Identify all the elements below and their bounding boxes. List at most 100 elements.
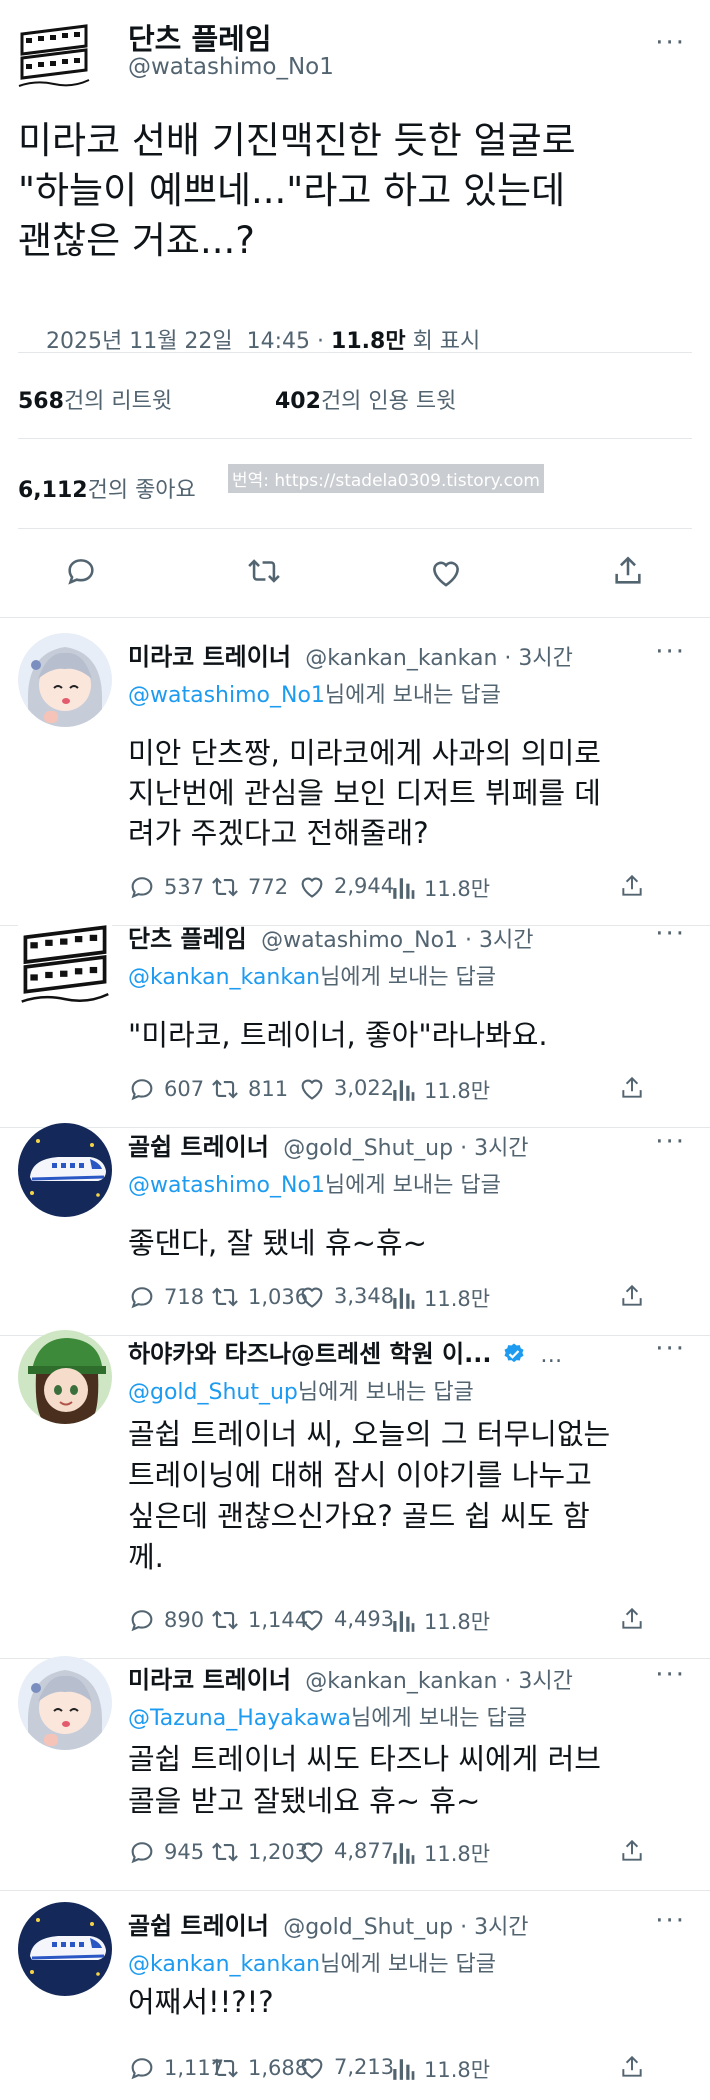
reply-to-label: 님에게 보내는 답글 <box>324 683 501 708</box>
film-strip-avatar[interactable] <box>16 16 92 92</box>
like-action[interactable]: 3,022 <box>298 1075 394 1101</box>
analytics-icon <box>390 1077 416 1103</box>
views-action-count: 11.8만 <box>424 1287 491 1311</box>
main-display-name[interactable]: 단츠 플레임 <box>128 16 272 58</box>
like-action-count: 4,877 <box>334 1839 395 1863</box>
reply-tweet[interactable]: 하야카와 타즈나@트레센 학원 이... … ··· @gold_Shut_up… <box>0 1330 710 1652</box>
views-action[interactable]: 11.8만 <box>390 1838 490 1868</box>
retweet-icon[interactable] <box>245 554 283 588</box>
reply-handle-time[interactable]: @kankan_kankan · 3시간 <box>305 1669 573 1694</box>
views-action[interactable]: 11.8만 <box>390 873 490 903</box>
more-options-icon[interactable]: ··· <box>655 921 686 947</box>
reply-action[interactable]: 945 <box>128 1838 204 1866</box>
reply-to-line: @watashimo_No1님에게 보내는 답글 <box>128 677 501 709</box>
more-options-icon[interactable]: ··· <box>655 1336 686 1362</box>
quotes-stat[interactable]: 402건의 인용 트윗 <box>275 383 456 415</box>
retweet-action[interactable]: 811 <box>210 1075 288 1103</box>
reply-display-name[interactable]: 골쉽 트레이너 <box>128 1133 269 1161</box>
reply-text-line: 좋댄다, 잘 됐네 휴~휴~ <box>128 1226 427 1260</box>
reply-header: 하야카와 타즈나@트레센 학원 이... … <box>128 1334 562 1369</box>
share-icon[interactable] <box>620 2054 644 2080</box>
like-action[interactable]: 4,493 <box>298 1606 394 1632</box>
retweet-action[interactable]: 1,036 <box>210 1283 308 1311</box>
share-icon[interactable] <box>620 1838 644 1864</box>
reply-tweet[interactable]: 단츠 플레임 @watashimo_No1 · 3시간 ··· @kankan_… <box>0 915 710 1121</box>
main-tweet-text: 미라코 선배 기진맥진한 듯한 얼굴로 "하늘이 예쁘네..."라고 하고 있는… <box>18 116 576 266</box>
reply-to-handle[interactable]: @kankan_kankan <box>128 1952 320 1977</box>
reply-action[interactable]: 537 <box>128 873 204 901</box>
reply-header: 골쉽 트레이너 @gold_Shut_up · 3시간 <box>128 1906 529 1941</box>
share-icon[interactable] <box>620 1606 644 1632</box>
share-icon[interactable] <box>620 1283 644 1309</box>
reply-action-bar: 718 1,036 3,348 11.8만 <box>128 1283 690 1317</box>
reply-display-name[interactable]: 골쉽 트레이너 <box>128 1912 269 1940</box>
reply-icon <box>128 873 156 901</box>
more-options-icon[interactable]: ··· <box>655 1129 686 1155</box>
views-action[interactable]: 11.8만 <box>390 1606 490 1636</box>
silver-hair-girl-avatar[interactable] <box>18 633 112 727</box>
share-icon[interactable] <box>612 554 644 588</box>
reply-to-handle[interactable]: @watashimo_No1 <box>128 1173 325 1198</box>
reply-action[interactable]: 890 <box>128 1606 204 1634</box>
share-icon[interactable] <box>620 1075 644 1101</box>
retweets-stat[interactable]: 568건의 리트윗 <box>18 383 172 415</box>
reply-to-handle[interactable]: @kankan_kankan <box>128 965 320 990</box>
like-action[interactable]: 3,348 <box>298 1283 394 1309</box>
more-options-icon[interactable]: ··· <box>655 639 686 665</box>
likes-stat[interactable]: 6,112건의 좋아요 <box>18 472 196 504</box>
view-count: 11.8만 <box>331 329 406 354</box>
green-hat-girl-avatar[interactable] <box>18 1330 112 1424</box>
reply-display-name[interactable]: 하야카와 타즈나@트레센 학원 이... <box>128 1340 491 1368</box>
more-options-icon[interactable]: ··· <box>655 1908 686 1934</box>
like-action[interactable]: 7,213 <box>298 2054 394 2080</box>
more-options-icon[interactable]: ··· <box>655 1662 686 1688</box>
views-action[interactable]: 11.8만 <box>390 1283 490 1313</box>
reply-to-handle[interactable]: @watashimo_No1 <box>128 683 325 708</box>
reply-action-bar: 537 772 2,944 11.8만 <box>128 873 690 907</box>
shinkansen-avatar[interactable] <box>18 1123 112 1217</box>
reply-action[interactable]: 718 <box>128 1283 204 1311</box>
reply-to-label: 님에게 보내는 답글 <box>324 1173 501 1198</box>
reply-tweet[interactable]: 미라코 트레이너 @kankan_kankan · 3시간 ··· @watas… <box>0 633 710 919</box>
reply-display-name[interactable]: 단츠 플레임 <box>128 925 247 953</box>
reply-tweet[interactable]: 미라코 트레이너 @kankan_kankan · 3시간 ··· @Tazun… <box>0 1656 710 1884</box>
film-strip-avatar[interactable] <box>18 915 112 1009</box>
retweet-action[interactable]: 772 <box>210 873 288 901</box>
more-options-icon[interactable]: ··· <box>655 30 686 56</box>
reply-text-line: 지난번에 관심을 보인 디저트 뷔페를 데 <box>128 776 601 810</box>
reply-action-bar: 945 1,203 4,877 11.8만 <box>128 1838 690 1872</box>
views-action[interactable]: 11.8만 <box>390 1075 490 1105</box>
share-icon[interactable] <box>620 873 644 899</box>
divider <box>18 528 692 529</box>
silver-hair-girl-avatar[interactable] <box>18 1656 112 1750</box>
reply-to-handle[interactable]: @gold_Shut_up <box>128 1380 298 1405</box>
views-action-count: 11.8만 <box>424 877 491 901</box>
reply-handle-time[interactable]: @watashimo_No1 · 3시간 <box>261 928 533 953</box>
reply-icon[interactable] <box>64 554 98 588</box>
reply-action[interactable]: 607 <box>128 1075 204 1103</box>
like-icon[interactable] <box>428 556 464 588</box>
timestamp[interactable]: 2025년 11월 22일 14:45 · <box>46 329 331 354</box>
reply-tweet[interactable]: 골쉽 트레이너 @gold_Shut_up · 3시간 ··· @watashi… <box>0 1123 710 1329</box>
reply-handle-time[interactable]: @kankan_kankan · 3시간 <box>305 646 573 671</box>
retweet-action[interactable]: 1,203 <box>210 1838 308 1866</box>
reply-handle-time[interactable]: @gold_Shut_up · 3시간 <box>283 1136 528 1161</box>
main-handle[interactable]: @watashimo_No1 <box>128 54 334 80</box>
reply-display-name[interactable]: 미라코 트레이너 <box>128 1666 291 1694</box>
like-action[interactable]: 4,877 <box>298 1838 394 1864</box>
likes-count: 6,112 <box>18 478 88 503</box>
reply-handle-time[interactable]: … <box>540 1343 562 1368</box>
reply-handle-time[interactable]: @gold_Shut_up · 3시간 <box>283 1915 528 1940</box>
retweet-action[interactable]: 1,144 <box>210 1606 308 1634</box>
reply-tweet[interactable]: 골쉽 트레이너 @gold_Shut_up · 3시간 ··· @kankan_… <box>0 1902 710 2100</box>
retweet-icon <box>210 873 240 901</box>
shinkansen-avatar[interactable] <box>18 1902 112 1996</box>
reply-text-line: 려가 주겠다고 전해줄래? <box>128 816 429 850</box>
reply-display-name[interactable]: 미라코 트레이너 <box>128 643 291 671</box>
retweet-action[interactable]: 1,688 <box>210 2054 308 2082</box>
like-action[interactable]: 2,944 <box>298 873 394 899</box>
reply-to-handle[interactable]: @Tazuna_Hayakawa <box>128 1706 351 1731</box>
reply-action-count: 890 <box>164 1608 205 1632</box>
reply-to-line: @kankan_kankan님에게 보내는 답글 <box>128 959 496 991</box>
views-action[interactable]: 11.8만 <box>390 2054 490 2084</box>
